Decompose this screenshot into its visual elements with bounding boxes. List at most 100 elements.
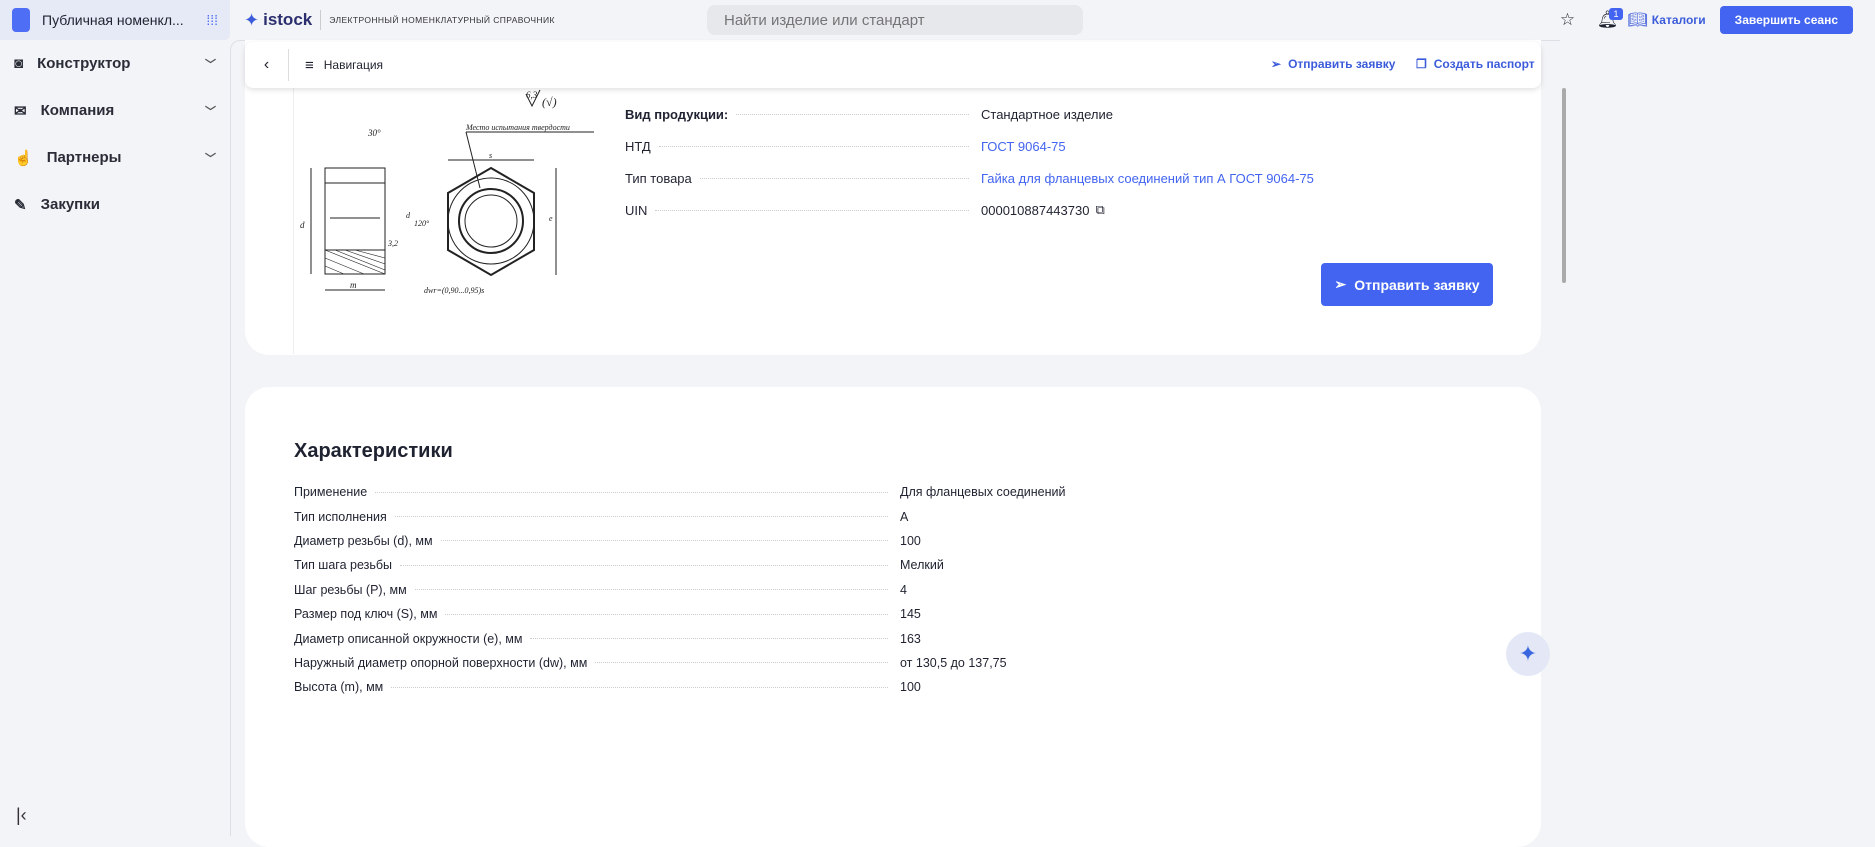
purchases-icon: ✎ xyxy=(14,196,27,214)
send-request-label: Отправить заявку xyxy=(1288,57,1396,71)
sidebar-item-purchases[interactable]: ✎ Закупки xyxy=(0,181,230,228)
send-request-link[interactable]: ➢ Отправить заявку xyxy=(1271,57,1395,71)
characteristic-key: Шаг резьбы (P), мм xyxy=(294,582,407,597)
standard-link[interactable]: ГОСТ 9064-75 xyxy=(981,139,1066,154)
logo-text: istock xyxy=(263,10,313,29)
angle120-label: 120° xyxy=(414,219,430,228)
topbar: ✦ istock ЭЛЕКТРОННЫЙ НОМЕНКЛАТУРНЫЙ СПРА… xyxy=(230,0,1875,40)
collapse-sidebar-icon[interactable]: |‹ xyxy=(16,805,27,826)
dw-label: d xyxy=(300,220,305,230)
star-icon[interactable]: ☆ xyxy=(1547,10,1587,30)
notification-badge: 1 xyxy=(1609,8,1623,20)
scrollbar-thumb[interactable] xyxy=(1562,88,1566,283)
property-value: 000010887443730 xyxy=(981,202,1090,218)
product-properties: Вид продукции: Стандартное изделие НТД ГОС… xyxy=(625,98,1495,226)
characteristic-key: Размер под ключ (S), мм xyxy=(294,607,438,622)
d-label: d xyxy=(406,211,411,220)
search-input[interactable] xyxy=(707,5,1083,35)
logo-star-icon: ✦ xyxy=(244,9,260,30)
chevron-down-icon: ﹀ xyxy=(205,152,216,165)
chevron-down-icon: ﹀ xyxy=(205,105,216,118)
m-label: m xyxy=(350,280,357,290)
sidebar: Публичная номенкл... ⁞⁞⁞ ◙ Конструктор ﹀ ✉… xyxy=(0,0,230,836)
characteristic-value: 163 xyxy=(900,631,921,646)
catalogs-link[interactable]: Каталоги xyxy=(1652,13,1706,27)
assistant-star-icon[interactable]: ✦ xyxy=(1506,632,1550,676)
s-label: s xyxy=(489,151,492,160)
characteristic-row: Размер под ключ (S), мм 145 xyxy=(294,602,1114,626)
e-label: e xyxy=(549,214,553,223)
sidebar-item-label: Партнеры xyxy=(46,149,122,166)
property-key: UIN xyxy=(625,202,648,218)
characteristic-row: Диаметр резьбы (d), мм 100 xyxy=(294,529,1114,553)
characteristic-value: 100 xyxy=(900,680,921,695)
angle-label: 30° xyxy=(367,128,381,138)
chevron-down-icon: ﹀ xyxy=(205,58,216,71)
characteristics-title: Характеристики xyxy=(294,440,453,462)
end-session-button[interactable]: Завершить сеанс xyxy=(1719,6,1853,34)
sidebar-item-label: Компания xyxy=(40,102,115,119)
sidebar-item-company[interactable]: ✉ Компания ﹀ xyxy=(0,87,230,134)
sidebar-item-label: Закупки xyxy=(40,196,100,213)
sidebar-app-switcher[interactable]: Публичная номенкл... ⁞⁞⁞ xyxy=(0,0,230,40)
characteristic-key: Тип шага резьбы xyxy=(294,558,393,573)
characteristic-key: Наружный диаметр опорной поверхности (dw… xyxy=(294,655,588,670)
check-label: (√) xyxy=(542,95,557,109)
characteristics-list: Применение Для фланцевых соединений Тип ис… xyxy=(294,480,1114,700)
property-row: Вид продукции: Стандартное изделие xyxy=(625,98,1495,130)
property-row: UIN 000010887443730 ⧉ xyxy=(625,194,1495,226)
characteristic-row: Шаг резьбы (P), мм 4 xyxy=(294,578,1114,602)
bell-icon[interactable]: 🔔︎ 1 xyxy=(1587,8,1627,30)
navigation-label: Навигация xyxy=(323,58,384,72)
app-title: Публичная номенкл... xyxy=(42,12,184,28)
characteristics-card: Характеристики Применение Для фланцевых с… xyxy=(245,387,1541,847)
logo-subtitle: ЭЛЕКТРОННЫЙ НОМЕНКЛАТУРНЫЙ СПРАВОЧНИК xyxy=(329,15,555,25)
product-type-link[interactable]: Гайка для фланцевых соединений тип А ГОС… xyxy=(981,171,1314,186)
partners-icon: ☝ xyxy=(14,149,33,167)
characteristic-row: Высота (m), мм 100 xyxy=(294,675,1114,699)
create-passport-label: Создать паспорт xyxy=(1433,57,1535,71)
characteristic-key: Диаметр резьбы (d), мм xyxy=(294,533,433,548)
property-row: Тип товара Гайка для фланцевых соединений… xyxy=(625,162,1495,194)
characteristic-row: Тип шага резьбы Мелкий xyxy=(294,553,1114,577)
characteristic-value: от 130,5 до 137,75 xyxy=(900,655,1007,670)
copy-icon[interactable]: ⧉ xyxy=(1095,202,1104,218)
characteristic-key: Диаметр описанной окружности (е), мм xyxy=(294,631,523,646)
send-icon: ➢ xyxy=(1271,57,1282,71)
logo[interactable]: ✦ istock ЭЛЕКТРОННЫЙ НОМЕНКЛАТУРНЫЙ СПРА… xyxy=(244,10,555,31)
send-request-button-label: Отправить заявку xyxy=(1354,276,1480,293)
company-icon: ✉ xyxy=(14,102,27,120)
chamfer-label: 3,2 xyxy=(387,239,398,248)
send-request-button[interactable]: ➢ Отправить заявку xyxy=(1321,263,1493,306)
product-drawing: 6,3 (√) 30° Место испытания твердости m … xyxy=(293,88,613,354)
navigation-menu[interactable]: ≡ Навигация xyxy=(305,57,383,74)
menu-icon: ≡ xyxy=(305,56,314,74)
hardness-note: Место испытания твердости xyxy=(465,123,570,132)
create-passport-link[interactable]: ❐ Создать паспорт xyxy=(1416,57,1535,71)
back-chevron-icon[interactable]: ‹ xyxy=(245,49,289,81)
characteristic-row: Диаметр описанной окружности (е), мм 163 xyxy=(294,626,1114,650)
navigation-bar: ‹ ≡ Навигация ➢ Отправить заявку ❐ Создать … xyxy=(245,42,1541,88)
characteristic-value: Для фланцевых соединений xyxy=(900,485,1066,500)
characteristic-value: Мелкий xyxy=(900,558,944,573)
property-row: НТД ГОСТ 9064-75 xyxy=(625,130,1495,162)
characteristic-value: 4 xyxy=(900,582,907,597)
constructor-icon: ◙ xyxy=(14,55,24,72)
characteristic-key: Тип исполнения xyxy=(294,509,387,524)
characteristic-row: Тип исполнения А xyxy=(294,504,1114,528)
property-key: Вид продукции: xyxy=(625,106,729,122)
characteristic-value: 145 xyxy=(900,607,921,622)
characteristic-key: Применение xyxy=(294,485,368,500)
sidebar-item-label: Конструктор xyxy=(37,55,131,72)
send-icon: ➢ xyxy=(1334,276,1347,292)
characteristic-key: Высота (m), мм xyxy=(294,680,384,695)
characteristic-value: 100 xyxy=(900,533,921,548)
characteristic-row: Применение Для фланцевых соединений xyxy=(294,480,1114,504)
property-value: Стандартное изделие xyxy=(981,106,1113,122)
divider xyxy=(320,10,322,30)
sidebar-item-constructor[interactable]: ◙ Конструктор ﹀ xyxy=(0,40,230,87)
passport-icon: ❐ xyxy=(1416,57,1427,71)
characteristic-value: А xyxy=(900,509,909,524)
grid-icon[interactable]: ⁞⁞⁞ xyxy=(206,12,218,28)
sidebar-item-partners[interactable]: ☝ Партнеры ﹀ xyxy=(0,134,230,181)
